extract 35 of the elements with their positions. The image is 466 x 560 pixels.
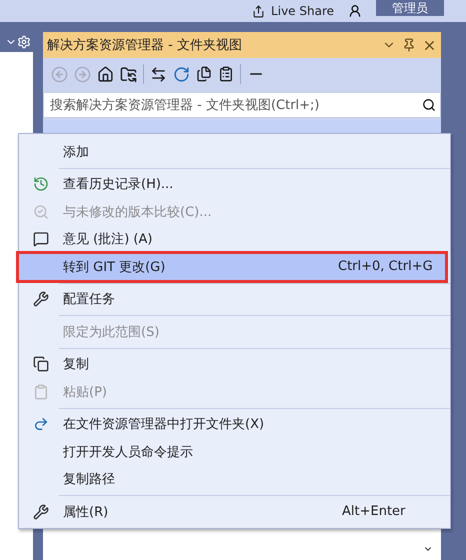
admin-button[interactable]: 管理员 [376, 0, 444, 16]
clipboard-icon [33, 384, 49, 400]
menu-item[interactable]: 复制路径 [19, 466, 450, 493]
menu-item[interactable]: 属性(R) Alt+Enter [19, 498, 450, 526]
search-field[interactable]: 搜索解决方案资源管理器 - 文件夹视图(Ctrl+;) [43, 92, 441, 118]
pin-icon[interactable] [402, 38, 416, 52]
wrench-icon [33, 504, 49, 520]
shortcut-text: Ctrl+0, Ctrl+G [338, 259, 434, 274]
compare-icon [33, 204, 49, 220]
menu-item[interactable]: 查看历史记录(H)... [19, 170, 450, 198]
menu-item[interactable]: 打开开发人员命令提示 [19, 438, 450, 466]
copy-icon [33, 356, 49, 372]
folder-switch-icon[interactable] [120, 66, 137, 82]
properties-icon[interactable] [218, 66, 234, 82]
panel-title: 解决方案资源管理器 - 文件夹视图 [47, 37, 243, 54]
wrench-icon [33, 291, 49, 308]
refresh-icon[interactable] [173, 66, 190, 82]
settings-icon[interactable] [17, 35, 31, 49]
home-icon[interactable] [97, 66, 114, 82]
menu-item[interactable]: 添加 [19, 138, 450, 166]
history-icon [33, 176, 49, 192]
menu-item[interactable]: 配置任务 [19, 286, 450, 313]
menu-item[interactable]: 转到 GIT 更改(G) Ctrl+0, Ctrl+G [18, 253, 446, 280]
shortcut-text: Alt+Enter [342, 504, 406, 520]
account-icon[interactable] [348, 4, 362, 18]
sync-arrows-icon[interactable] [150, 66, 167, 82]
menu-item[interactable]: 意见 (批注) (A) [19, 226, 450, 253]
redo-arrow-icon [33, 416, 49, 432]
menu-item[interactable]: 在文件资源管理器中打开文件夹(X) [19, 410, 450, 438]
menu-item[interactable]: 复制 [19, 350, 450, 378]
comment-icon [33, 231, 49, 248]
collapse-icon[interactable] [196, 66, 212, 82]
search-icon[interactable] [422, 98, 436, 112]
live-share-button[interactable]: Live Share [252, 4, 334, 18]
share-icon [252, 4, 266, 18]
